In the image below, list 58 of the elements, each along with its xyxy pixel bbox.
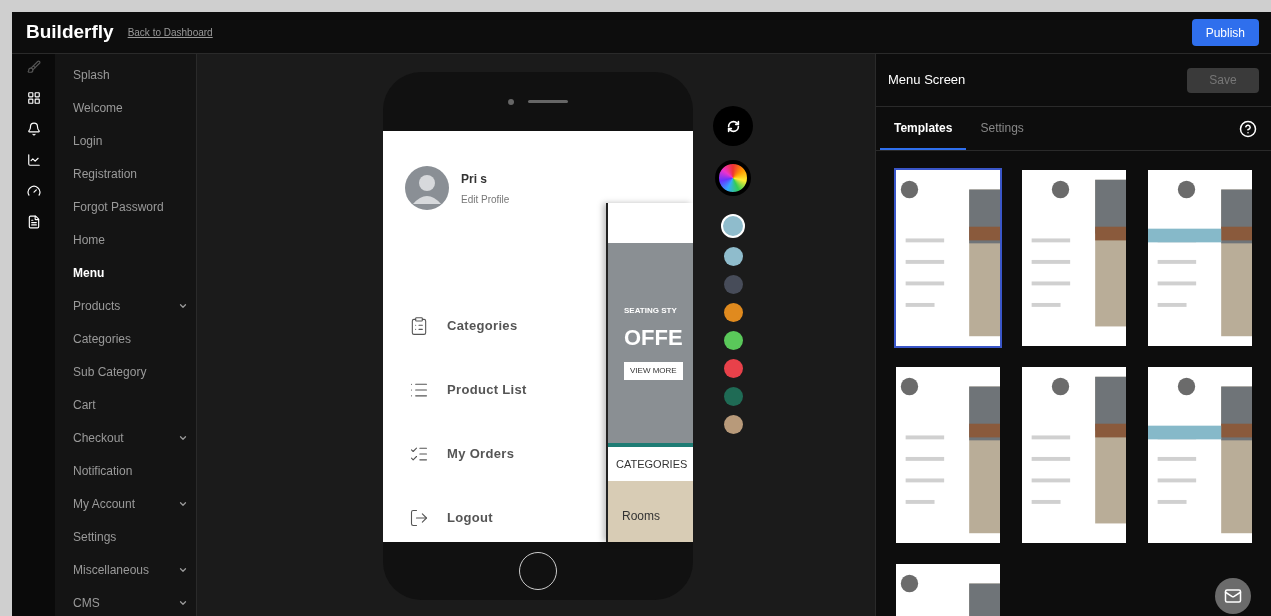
color-swatch[interactable] (723, 247, 743, 266)
nav-item[interactable]: Splash (73, 65, 110, 84)
nav-item[interactable]: Products (73, 296, 121, 315)
nav-item[interactable]: CMS (73, 593, 100, 612)
publish-button[interactable]: Publish (1191, 19, 1259, 46)
back-link[interactable]: Back to Dashboard (127, 25, 213, 40)
nav-item[interactable]: Categories (73, 329, 132, 348)
bell-icon[interactable] (26, 122, 41, 136)
tab[interactable]: Templates (880, 107, 967, 150)
gauge-icon[interactable] (26, 184, 41, 198)
color-swatch[interactable] (723, 359, 743, 378)
refresh-button[interactable] (713, 106, 753, 146)
mail-icon (1224, 587, 1242, 605)
color-swatch[interactable] (723, 331, 743, 350)
nav-item[interactable]: Miscellaneous (73, 560, 150, 579)
profile-name: Pri s (461, 170, 488, 188)
speaker-slot (528, 100, 568, 103)
view-more-button[interactable]: VIEW MORE (624, 362, 683, 380)
color-swatch[interactable] (723, 387, 743, 406)
nav-item[interactable]: Cart (73, 395, 96, 414)
color-swatch[interactable] (721, 214, 745, 238)
nav-item[interactable]: Menu (73, 263, 105, 282)
color-wheel-button[interactable] (715, 160, 751, 196)
avatar (405, 166, 449, 210)
tile-label: Rooms (622, 509, 660, 523)
color-swatch[interactable] (723, 303, 743, 322)
drawer-link[interactable]: Logout (447, 508, 493, 528)
clipboard-icon (409, 316, 429, 336)
brush-icon[interactable] (26, 60, 41, 74)
drawer-link[interactable]: Product List (447, 380, 527, 400)
nav-item[interactable]: Home (73, 230, 105, 249)
color-swatch[interactable] (723, 275, 743, 294)
edit-profile-link[interactable]: Edit Profile (461, 191, 510, 207)
grid-icon[interactable] (26, 91, 41, 105)
nav-item[interactable]: Settings (73, 527, 117, 546)
banner-title: OFFE (624, 324, 684, 352)
drawer-link[interactable]: My Orders (447, 444, 515, 464)
nav-item[interactable]: Checkout (73, 428, 124, 447)
color-swatch[interactable] (723, 415, 743, 434)
nav-item[interactable]: Notification (73, 461, 133, 480)
document-icon[interactable] (26, 215, 41, 229)
refresh-icon (726, 119, 740, 133)
nav-item[interactable]: My Account (73, 494, 136, 513)
banner-kicker: SEATING STY (624, 305, 678, 317)
mail-button[interactable] (1215, 578, 1251, 614)
help-icon[interactable] (1239, 119, 1257, 138)
panel-title: Menu Screen (888, 71, 966, 90)
logout-icon (409, 508, 429, 528)
nav-item[interactable]: Forgot Password (73, 197, 164, 216)
nav-item[interactable]: Registration (73, 164, 138, 183)
nav-item[interactable]: Login (73, 131, 103, 150)
nav-item[interactable]: Welcome (73, 98, 123, 117)
logo: Builderfly (26, 20, 114, 45)
nav-item[interactable]: Sub Category (73, 362, 147, 381)
chart-icon[interactable] (26, 153, 41, 167)
section-title: CATEGORIES (616, 456, 688, 472)
drawer-link[interactable]: Categories (447, 316, 518, 336)
tab[interactable]: Settings (966, 107, 1038, 150)
